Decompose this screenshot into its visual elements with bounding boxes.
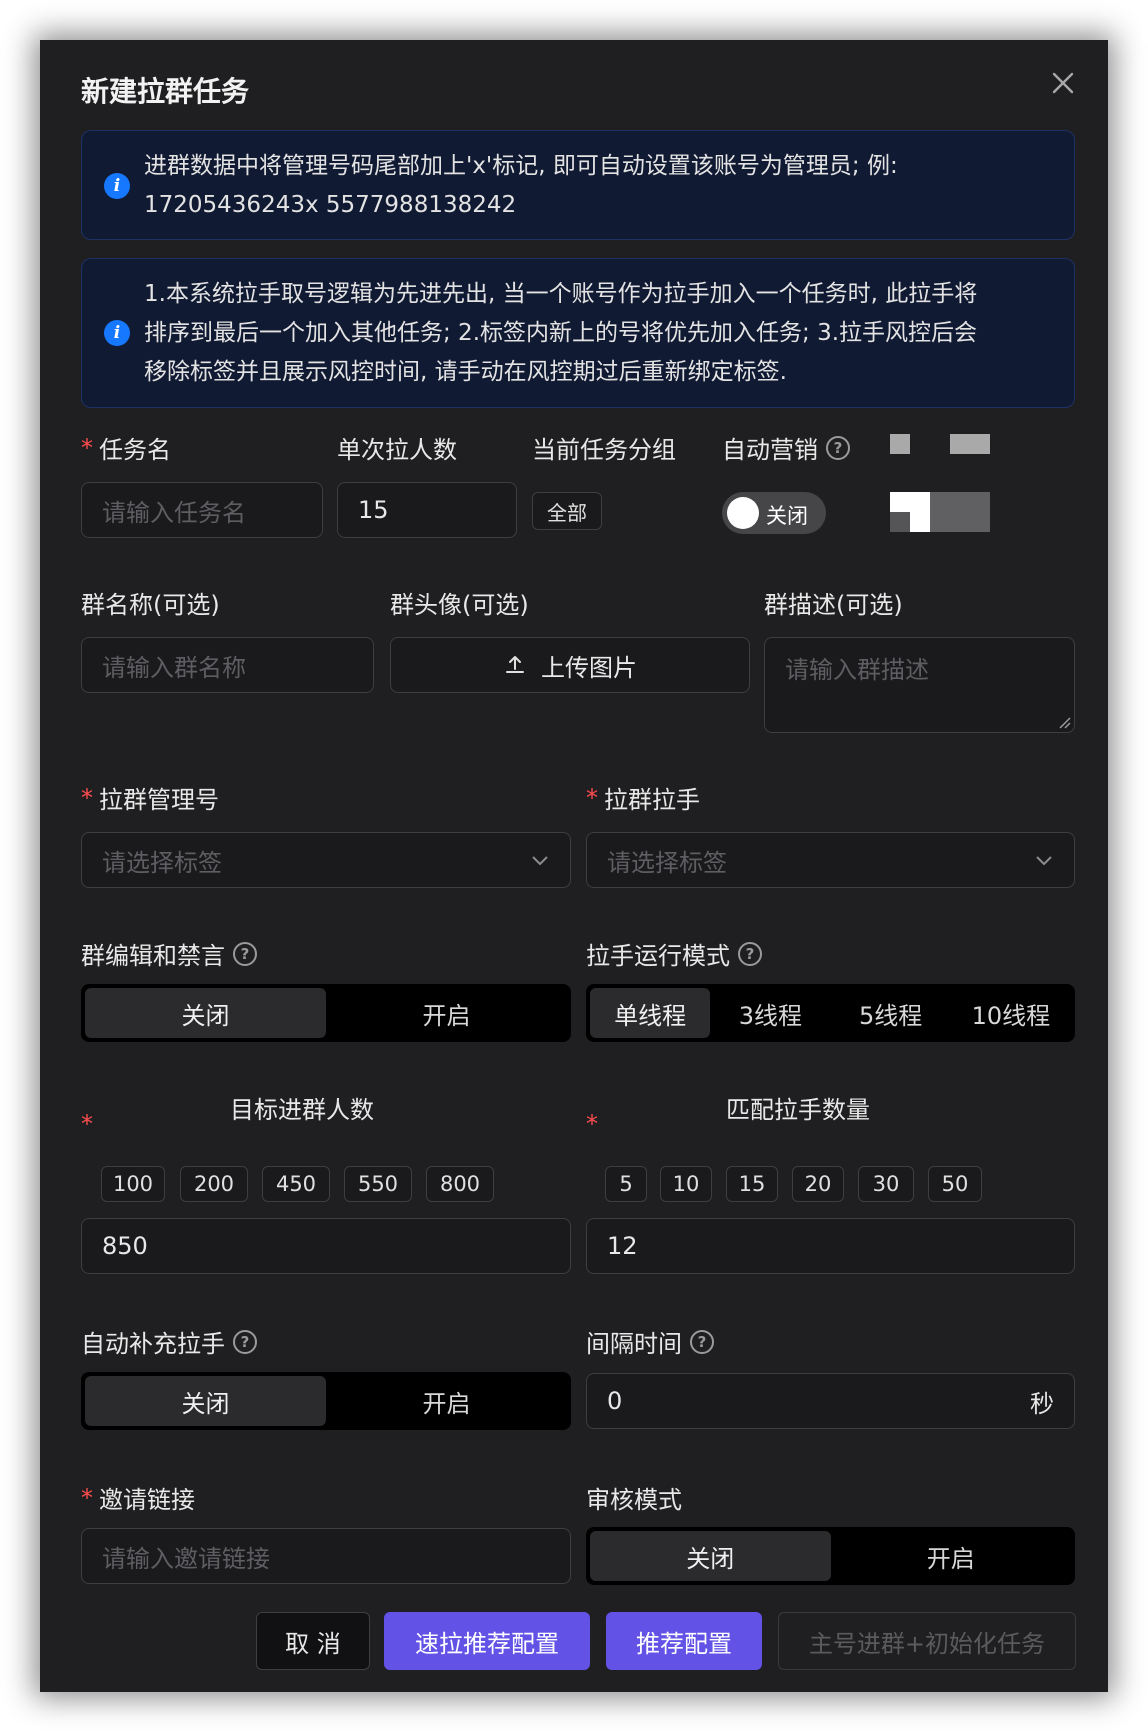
review-mode-segmented: 关闭 开启: [586, 1527, 1075, 1585]
run-mode-option-single[interactable]: 单线程: [590, 988, 711, 1038]
admin-tag-select[interactable]: 请选择标签: [81, 832, 571, 888]
toggle-knob: [727, 497, 759, 529]
auto-marketing-toggle[interactable]: 关闭: [722, 492, 826, 534]
puller-tag-select[interactable]: 请选择标签: [586, 832, 1075, 888]
target-preset-chip[interactable]: 200: [180, 1166, 248, 1202]
chevron-down-icon: [1036, 856, 1052, 866]
match-preset-chip[interactable]: 50: [928, 1166, 982, 1202]
target-preset-chip[interactable]: 450: [262, 1166, 330, 1202]
auto-fill-label: 自动补充拉手?: [81, 1324, 257, 1359]
edit-ban-option-on[interactable]: 开启: [326, 988, 567, 1038]
group-name-label: 群名称(可选): [81, 591, 220, 619]
run-mode-option-5[interactable]: 5线程: [831, 988, 951, 1038]
interval-input[interactable]: 0 秒: [586, 1373, 1075, 1429]
alert-line: 排序到最后一个加入其他任务; 2.标签内新上的号将优先加入任务; 3.拉手风控后…: [144, 320, 978, 346]
run-mode-option-3[interactable]: 3线程: [710, 988, 830, 1038]
match-preset-chip[interactable]: 15: [726, 1166, 778, 1202]
edit-ban-label: 群编辑和禁言?: [81, 936, 257, 971]
required-mark: *: [81, 1110, 93, 1138]
help-icon[interactable]: ?: [826, 435, 850, 460]
review-mode-option-off[interactable]: 关闭: [590, 1531, 831, 1581]
review-mode-label: 审核模式: [586, 1486, 682, 1514]
redacted-block: [890, 434, 910, 454]
run-mode-label: 拉手运行模式?: [586, 936, 762, 971]
resize-handle-icon[interactable]: [1057, 715, 1071, 729]
interval-unit: 秒: [1030, 1389, 1054, 1418]
target-preset-chip[interactable]: 100: [101, 1166, 165, 1202]
close-icon[interactable]: [1048, 68, 1078, 98]
task-group-label: 当前任务分组: [532, 436, 676, 464]
auto-fill-option-on[interactable]: 开启: [326, 1376, 567, 1426]
upload-icon: [506, 656, 524, 673]
upload-image-button[interactable]: 上传图片: [390, 637, 750, 693]
admin-label: * 拉群管理号: [81, 783, 219, 815]
required-mark: *: [81, 433, 93, 462]
match-preset-chip[interactable]: 10: [660, 1166, 712, 1202]
target-preset-chip[interactable]: 800: [426, 1166, 494, 1202]
alert-line: 移除标签并且展示风控时间, 请手动在风控期过后重新绑定标签.: [144, 359, 787, 385]
help-icon[interactable]: ?: [233, 1329, 257, 1354]
match-preset-chip[interactable]: 30: [858, 1166, 914, 1202]
target-preset-chip[interactable]: 550: [344, 1166, 412, 1202]
help-icon[interactable]: ?: [690, 1329, 714, 1354]
group-tag-all[interactable]: 全部: [532, 492, 602, 530]
puller-label: * 拉群拉手: [586, 783, 700, 815]
modal-title: 新建拉群任务: [81, 75, 250, 108]
auto-fill-option-off[interactable]: 关闭: [85, 1376, 326, 1426]
group-name-input[interactable]: 请输入群名称: [81, 637, 374, 693]
match-preset-chip[interactable]: 20: [792, 1166, 844, 1202]
edit-ban-option-off[interactable]: 关闭: [85, 988, 326, 1038]
info-alert-admin: i 进群数据中将管理号码尾部加上'x'标记, 即可自动设置该账号为管理员; 例:…: [81, 130, 1075, 240]
invite-link-input[interactable]: 请输入邀请链接: [81, 1528, 571, 1584]
required-mark: *: [81, 783, 93, 812]
recommend-config-button[interactable]: 推荐配置: [606, 1612, 762, 1670]
required-mark: *: [586, 1110, 598, 1138]
required-mark: *: [81, 1483, 93, 1512]
auto-fill-segmented: 关闭 开启: [81, 1372, 571, 1430]
task-name-label: * 任务名: [81, 433, 171, 465]
chevron-down-icon: [532, 856, 548, 866]
fast-config-button[interactable]: 速拉推荐配置: [384, 1612, 590, 1670]
redacted-block: [950, 434, 990, 454]
group-desc-textarea[interactable]: 请输入群描述: [764, 637, 1075, 733]
task-name-input[interactable]: 请输入任务名: [81, 482, 323, 538]
alert-line: 进群数据中将管理号码尾部加上'x'标记, 即可自动设置该账号为管理员; 例:: [144, 153, 898, 179]
info-icon: i: [104, 173, 130, 199]
group-avatar-label: 群头像(可选): [390, 591, 529, 619]
per-pull-input[interactable]: 15: [337, 482, 517, 538]
match-preset-chip[interactable]: 5: [605, 1166, 647, 1202]
run-mode-segmented: 单线程 3线程 5线程 10线程: [586, 984, 1075, 1042]
interval-label: 间隔时间?: [586, 1324, 714, 1359]
info-alert-puller-logic: i 1.本系统拉手取号逻辑为先进先出, 当一个账号作为拉手加入一个任务时, 此拉…: [81, 258, 1075, 408]
per-pull-label: 单次拉人数: [337, 436, 457, 464]
edit-ban-segmented: 关闭 开启: [81, 984, 571, 1042]
group-desc-label: 群描述(可选): [764, 591, 903, 619]
cancel-button[interactable]: 取 消: [256, 1612, 370, 1670]
info-icon: i: [104, 320, 130, 346]
create-task-modal: 新建拉群任务 i 进群数据中将管理号码尾部加上'x'标记, 即可自动设置该账号为…: [40, 40, 1108, 1692]
target-count-label: 目标进群人数: [230, 1096, 374, 1124]
alert-line: 1.本系统拉手取号逻辑为先进先出, 当一个账号作为拉手加入一个任务时, 此拉手将: [144, 281, 978, 307]
required-mark: *: [586, 783, 598, 812]
match-count-label: 匹配拉手数量: [726, 1096, 870, 1124]
redacted-image: [890, 492, 990, 532]
invite-link-label: * 邀请链接: [81, 1483, 195, 1515]
target-count-input[interactable]: 850: [81, 1218, 571, 1274]
main-join-init-button[interactable]: 主号进群+初始化任务: [778, 1612, 1076, 1670]
alert-line: 17205436243x 5577988138242: [144, 192, 517, 218]
help-icon[interactable]: ?: [738, 941, 762, 966]
auto-marketing-label: 自动营销?: [722, 430, 850, 465]
match-count-input[interactable]: 12: [586, 1218, 1075, 1274]
run-mode-option-10[interactable]: 10线程: [951, 988, 1071, 1038]
help-icon[interactable]: ?: [233, 941, 257, 966]
review-mode-option-on[interactable]: 开启: [831, 1531, 1072, 1581]
